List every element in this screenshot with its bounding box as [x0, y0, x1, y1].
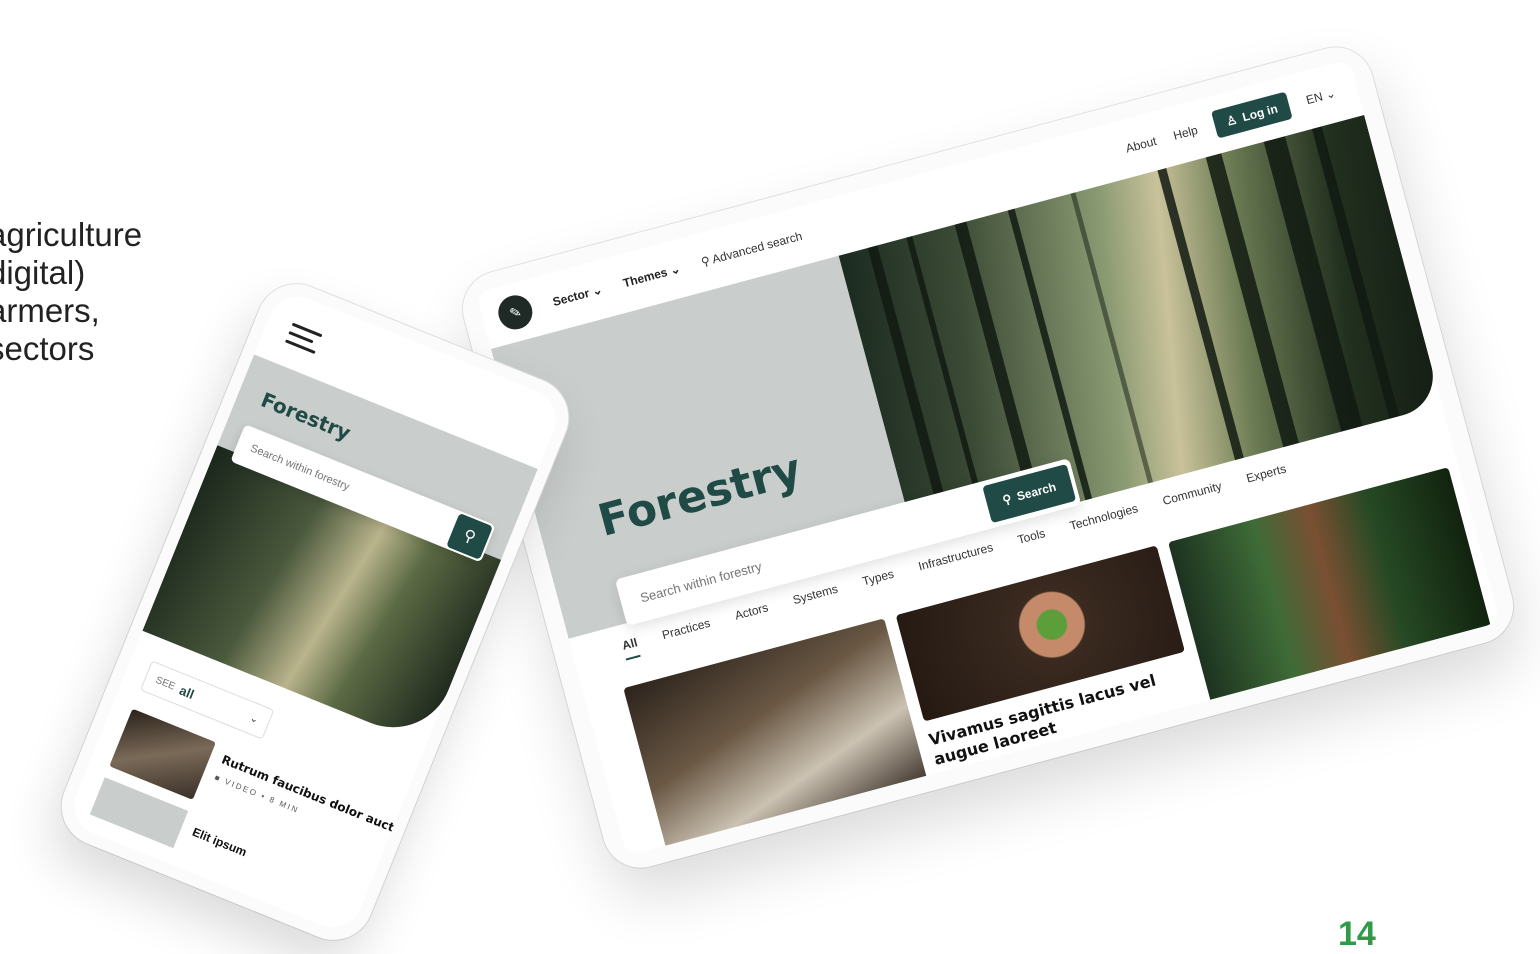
sector-menu[interactable]: Sector ⌄ [551, 282, 604, 309]
tab-technologies[interactable]: Technologies [1068, 501, 1141, 540]
themes-menu[interactable]: Themes ⌄ [621, 261, 681, 290]
tab-actors[interactable]: Actors [733, 600, 772, 630]
language-selector[interactable]: EN ⌄ [1305, 86, 1338, 107]
tab-systems[interactable]: Systems [791, 582, 841, 615]
slide-text-line: agriculture [0, 216, 143, 253]
tab-experts[interactable]: Experts [1245, 462, 1290, 494]
hamburger-icon[interactable] [283, 322, 323, 360]
see-value: all [177, 682, 197, 702]
about-link[interactable]: About [1124, 134, 1158, 156]
advanced-search-label: Advanced search [710, 228, 804, 267]
advanced-search-link[interactable]: ⚲ Advanced search [699, 229, 803, 269]
logo-icon[interactable]: ✎ [494, 291, 537, 334]
chevron-down-icon: ⌄ [248, 712, 261, 726]
search-icon: ⚲ [460, 526, 479, 547]
see-label: SEE [154, 674, 177, 693]
phone-screen: Forestry ⚲ SEE all ⌄ Rutrum faucibus dol… [65, 287, 565, 937]
tab-types[interactable]: Types [861, 567, 898, 597]
video-icon: ■ [213, 772, 223, 784]
tab-practices[interactable]: Practices [660, 616, 713, 650]
slide-body-text: agriculture digital) armers, sectors [0, 216, 142, 368]
search-icon: ⚲ [699, 253, 712, 270]
tablet-screen: ✎ Sector ⌄ Themes ⌄ ⚲ Advanced search Ab… [475, 58, 1501, 857]
login-label: Log in [1240, 101, 1280, 125]
workshop-card-image[interactable] [623, 618, 929, 853]
search-icon: ⚲ [1001, 491, 1014, 508]
tab-community[interactable]: Community [1161, 479, 1225, 516]
login-button[interactable]: ♙ Log in [1211, 91, 1293, 139]
search-button-label: Search [1015, 479, 1058, 504]
text-icon: ≡ [938, 773, 949, 786]
redwood-card-image[interactable] [1168, 467, 1493, 707]
user-icon: ♙ [1224, 112, 1239, 129]
tab-all[interactable]: All [620, 635, 642, 661]
slide-text-line: armers, [0, 292, 100, 329]
slide-text-line: digital) [0, 254, 86, 291]
list-item-title[interactable]: Elit ipsum [190, 825, 248, 859]
tab-infrastructures[interactable]: Infrastructures [917, 540, 997, 581]
tablet-mockup: ✎ Sector ⌄ Themes ⌄ ⚲ Advanced search Ab… [454, 38, 1522, 877]
slide-text-line: sectors [0, 330, 95, 367]
list-item-title[interactable]: Rutrum faucibus dolor auctor [220, 752, 410, 840]
phone-mockup: Forestry ⚲ SEE all ⌄ Rutrum faucibus dol… [49, 272, 581, 952]
tab-tools[interactable]: Tools [1016, 526, 1049, 555]
slide-page-number: 14 [1338, 915, 1376, 953]
help-link[interactable]: Help [1172, 123, 1199, 143]
